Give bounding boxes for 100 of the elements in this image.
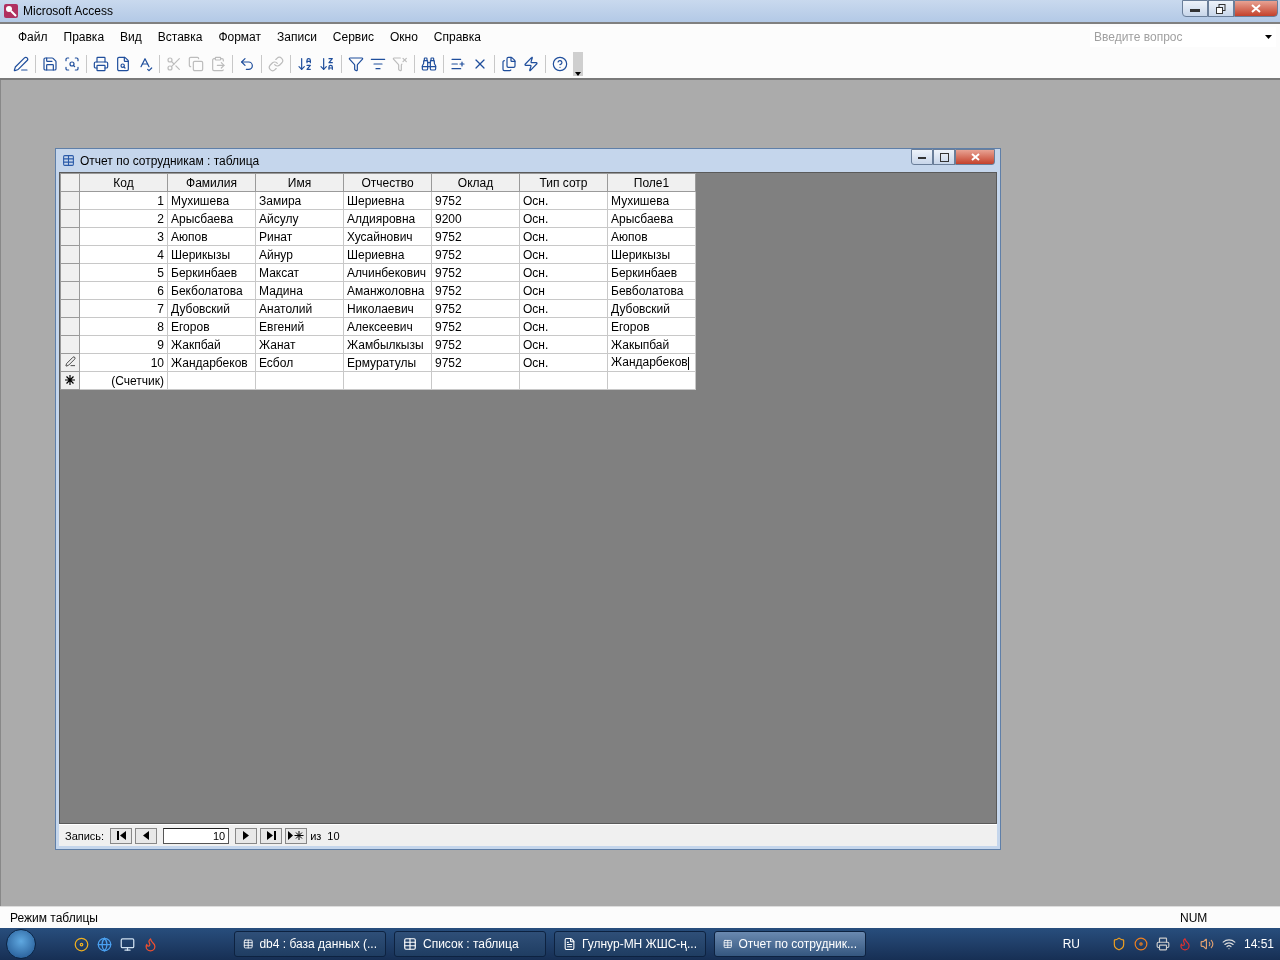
table-cell: Осн. <box>519 335 608 354</box>
toolbar-overflow-button[interactable] <box>573 52 583 76</box>
sort-ascending-icon <box>297 56 313 72</box>
shield-icon[interactable] <box>1111 937 1126 951</box>
table-cell: 9752 <box>431 317 520 336</box>
clock[interactable]: 14:51 <box>1243 937 1274 951</box>
table-cell: Есбол <box>255 353 344 372</box>
navigator-label: Запись: <box>65 829 105 842</box>
cut-icon <box>166 56 182 72</box>
table-cell: Осн. <box>519 245 608 264</box>
table-cell: Дубовский <box>167 299 256 318</box>
undo-icon <box>239 56 255 72</box>
browser-icon[interactable] <box>97 936 112 952</box>
table-cell: 9752 <box>431 191 520 210</box>
taskbar-button[interactable]: Гулнур-МН ЖШС-ң... <box>554 931 706 957</box>
table-cell: Беркинбаев <box>607 263 696 282</box>
window-title: Microsoft Access <box>23 4 115 18</box>
restore-icon <box>1216 3 1226 14</box>
table-cell: Жакпбай <box>167 335 256 354</box>
first-record-button[interactable] <box>110 827 133 844</box>
table-cell: Жандарбеков <box>607 353 696 372</box>
table-cell: 9752 <box>431 335 520 354</box>
new-record-button[interactable] <box>285 827 308 844</box>
menu-item[interactable]: Справка <box>425 30 489 44</box>
flame-icon[interactable] <box>143 936 158 952</box>
last-record-button[interactable] <box>260 827 283 844</box>
table-icon <box>62 154 75 167</box>
disc-icon[interactable] <box>1133 937 1148 951</box>
restore-button[interactable] <box>1208 0 1234 17</box>
table-icon <box>723 937 733 951</box>
table-cell: Осн. <box>519 299 608 318</box>
table-cell: Шериевна <box>343 245 432 264</box>
column-header[interactable]: Фамилия <box>167 173 256 192</box>
text-cursor <box>687 356 689 370</box>
language-indicator[interactable]: RU <box>1062 937 1080 951</box>
table-cell: Осн. <box>519 227 608 246</box>
table-cell: Аюпов <box>167 227 256 246</box>
table-cell: Осн. <box>519 353 608 372</box>
last-icon <box>266 831 276 840</box>
menu-item[interactable]: Сервис <box>324 30 382 44</box>
column-header[interactable]: Отчество <box>343 173 432 192</box>
taskbar-button[interactable]: db4 : база данных (... <box>234 931 386 957</box>
table-cell: Арысбаева <box>167 209 256 228</box>
minimize-button[interactable] <box>1182 0 1208 17</box>
table-cell: Жамбылкызы <box>343 335 432 354</box>
table-cell: 9752 <box>431 299 520 318</box>
paste-icon <box>210 56 226 72</box>
table-cell: Осн. <box>519 191 608 210</box>
close-button[interactable] <box>955 149 995 165</box>
table-cell: 9752 <box>431 263 520 282</box>
copy-icon <box>188 56 204 72</box>
volume-icon[interactable] <box>1199 937 1214 951</box>
restore-button[interactable] <box>933 149 955 165</box>
table-cell: Анатолий <box>255 299 344 318</box>
table-cell: Аюпов <box>607 227 696 246</box>
taskbar-button[interactable]: Список : таблица <box>394 931 546 957</box>
record-number-field[interactable]: 10 <box>163 827 230 844</box>
spellcheck-icon <box>137 56 153 72</box>
printer-icon[interactable] <box>1155 937 1170 951</box>
table-cell: Жандарбеков <box>167 353 256 372</box>
network-icon[interactable] <box>1221 937 1236 951</box>
table-cell: Жанат <box>255 335 344 354</box>
previous-record-button[interactable] <box>135 827 158 844</box>
next-record-button[interactable] <box>235 827 258 844</box>
column-header[interactable]: Имя <box>255 173 344 192</box>
link-icon <box>268 56 284 72</box>
table-cell: 3 <box>79 227 168 246</box>
desktop-icon[interactable] <box>120 936 135 952</box>
table-cell: 9752 <box>431 353 520 372</box>
close-button[interactable] <box>1234 0 1278 17</box>
column-header[interactable]: Код <box>79 173 168 192</box>
taskbar-button[interactable]: Отчет по сотрудник... <box>714 931 866 957</box>
menu-item[interactable]: Формат <box>210 30 270 44</box>
menu-item[interactable]: Окно <box>381 30 426 44</box>
menu-item[interactable]: Файл <box>10 30 56 44</box>
menu-item[interactable]: Вид <box>112 30 150 44</box>
menu-item[interactable]: Записи <box>269 30 325 44</box>
search-page-icon <box>64 56 80 72</box>
table-cell: Осн <box>519 281 608 300</box>
menu-item[interactable]: Вставка <box>149 30 211 44</box>
minimize-button[interactable] <box>911 149 933 165</box>
column-header[interactable]: Поле1 <box>607 173 696 192</box>
flame-icon[interactable] <box>1177 937 1192 951</box>
menu-item[interactable]: Правка <box>55 30 113 44</box>
column-header[interactable]: Тип сотр <box>519 173 608 192</box>
right-icon <box>242 831 251 840</box>
key-app-icon <box>3 3 19 19</box>
table-cell: Арысбаева <box>607 209 696 228</box>
table-cell: 7 <box>79 299 168 318</box>
table-cell: Шериевна <box>343 191 432 210</box>
table-cell: 6 <box>79 281 168 300</box>
start-button[interactable] <box>6 929 36 959</box>
record-count: 10 <box>327 829 340 842</box>
table-cell: Алексеевич <box>343 317 432 336</box>
column-header[interactable]: Оклад <box>431 173 520 192</box>
table-cell: Хусайнович <box>343 227 432 246</box>
table-cell: Аманжоловна <box>343 281 432 300</box>
table-cell: Евгений <box>255 317 344 336</box>
table-cell: Николаевич <box>343 299 432 318</box>
close-icon <box>1251 4 1261 13</box>
